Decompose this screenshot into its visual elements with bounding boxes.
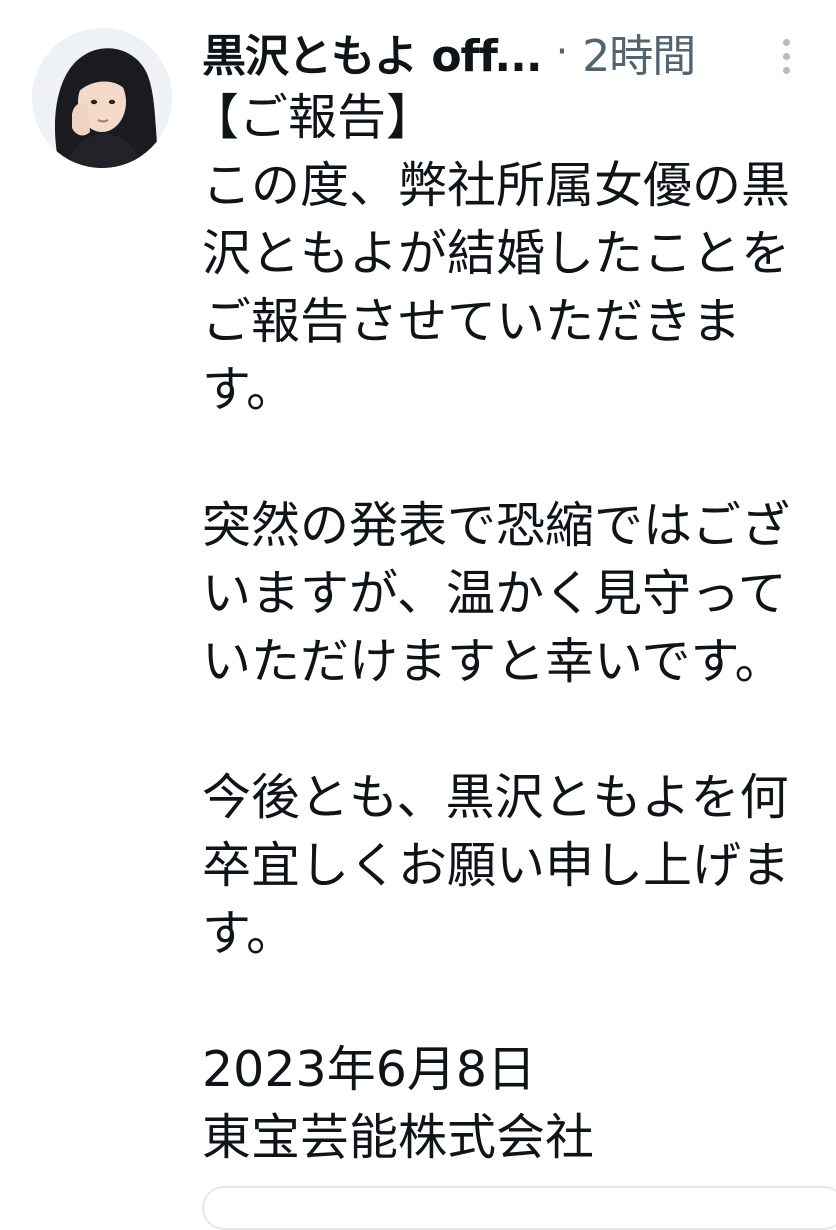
tweet-text-line: 突然の発表で恐縮ではござ xyxy=(202,497,791,554)
header-separator: · xyxy=(555,29,569,75)
more-vertical-icon xyxy=(782,52,790,60)
tweet-text-line: いただけますと幸いです。 xyxy=(202,633,784,690)
attached-card[interactable] xyxy=(202,1186,836,1230)
avatar-photo xyxy=(32,28,172,168)
tweet-text-line: 沢ともよが結婚したことを xyxy=(202,225,791,282)
tweet-text-line: 2023年6月8日 xyxy=(202,1041,537,1098)
tweet-text-line: 今後とも、黒沢ともよを何 xyxy=(202,769,789,826)
more-vertical-icon xyxy=(782,66,790,74)
tweet-text: 【ご報告】 この度、弊社所属女優の黒 沢ともよが結婚したことを ご報告させていた… xyxy=(190,84,832,1172)
tweet[interactable]: 黒沢ともよ off... · 2時間 【ご報告】 この度、弊社所属女優の黒 沢と… xyxy=(0,0,836,1230)
author-avatar[interactable] xyxy=(32,28,172,168)
more-options-button[interactable] xyxy=(768,26,804,86)
tweet-text-line: す。 xyxy=(202,905,296,962)
tweet-text-line: 卒宜しくお願い申し上げま xyxy=(202,837,791,894)
more-vertical-icon xyxy=(782,38,790,46)
tweet-text-line: 【ご報告】 xyxy=(190,89,436,146)
tweet-text-line: この度、弊社所属女優の黒 xyxy=(202,157,791,214)
tweet-header: 黒沢ともよ off... · 2時間 xyxy=(202,20,836,84)
tweet-text-line: 東宝芸能株式会社 xyxy=(202,1109,595,1166)
tweet-text-line: ご報告させていただきま xyxy=(202,293,742,350)
tweet-text-line: す。 xyxy=(202,361,296,418)
author-name[interactable]: 黒沢ともよ off... xyxy=(202,20,543,84)
tweet-text-line: いますが、温かく見守って xyxy=(202,565,787,622)
tweet-timestamp[interactable]: 2時間 xyxy=(582,20,696,84)
